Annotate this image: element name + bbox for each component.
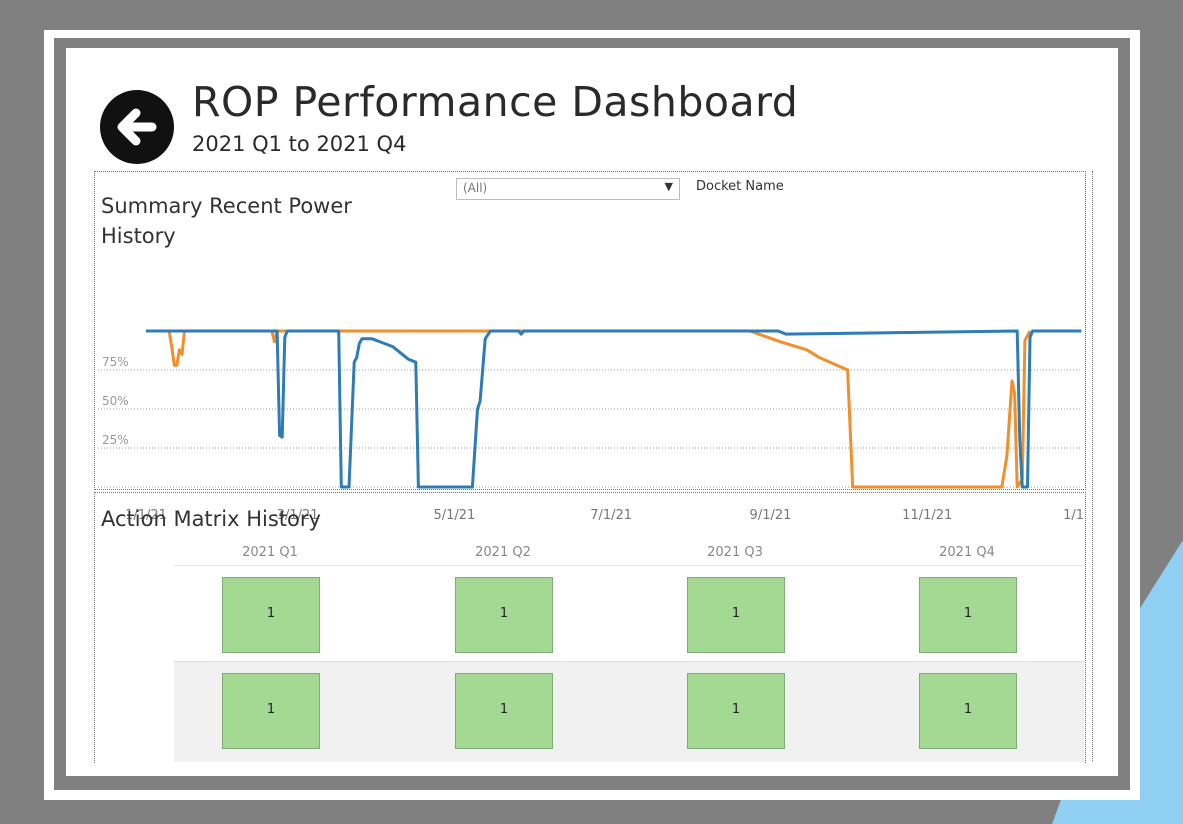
column-header: 2021 Q1: [242, 545, 298, 560]
matrix-cell-value: 1: [963, 606, 973, 621]
docket-name-label: Docket Name: [696, 179, 784, 194]
matrix-cell-value: 1: [731, 702, 741, 717]
docket-name-dropdown[interactable]: (All) ▼: [456, 178, 680, 200]
page-title: ROP Performance Dashboard: [192, 78, 799, 126]
matrix-cell[interactable]: 1: [455, 577, 553, 653]
matrix-cell[interactable]: 1: [687, 673, 785, 749]
matrix-cell[interactable]: 1: [687, 577, 785, 653]
column-header: 2021 Q2: [475, 545, 531, 560]
page-subtitle: 2021 Q1 to 2021 Q4: [192, 132, 407, 156]
matrix-cell-value: 1: [499, 702, 509, 717]
matrix-cell[interactable]: 1: [919, 577, 1017, 653]
matrix-cell-value: 1: [266, 702, 276, 717]
matrix-cell-value: 1: [963, 702, 973, 717]
y-tick-label: 75%: [102, 355, 129, 369]
matrix-cell[interactable]: 1: [455, 673, 553, 749]
power-history-title-line1: Summary Recent Power: [101, 194, 352, 218]
matrix-cell-value: 1: [499, 606, 509, 621]
matrix-cell[interactable]: 1: [222, 577, 320, 653]
matrix-cell-value: 1: [731, 606, 741, 621]
back-button[interactable]: [100, 90, 174, 164]
y-tick-label: 25%: [102, 433, 129, 447]
dashboard-panel: ROP Performance Dashboard 2021 Q1 to 202…: [66, 48, 1118, 776]
matrix-cell[interactable]: 1: [222, 673, 320, 749]
column-header: 2021 Q4: [939, 545, 995, 560]
action-matrix-title: Action Matrix History: [101, 507, 321, 531]
column-header: 2021 Q3: [707, 545, 763, 560]
matrix-cell-value: 1: [266, 606, 276, 621]
power-history-title: Summary Recent Power History: [101, 191, 352, 251]
y-tick-label: 50%: [102, 394, 129, 408]
divider: [1092, 171, 1093, 761]
arrow-left-icon: [117, 108, 157, 146]
matrix-cell[interactable]: 1: [919, 673, 1017, 749]
chevron-down-icon: ▼: [664, 180, 673, 193]
power-history-title-line2: History: [101, 224, 176, 248]
dropdown-value: (All): [463, 181, 488, 195]
power-history-chart: 75%50%25% 1/1/21 3/1/21 5/1/21 7/1/21 9/1/21…: [98, 329, 1084, 522]
